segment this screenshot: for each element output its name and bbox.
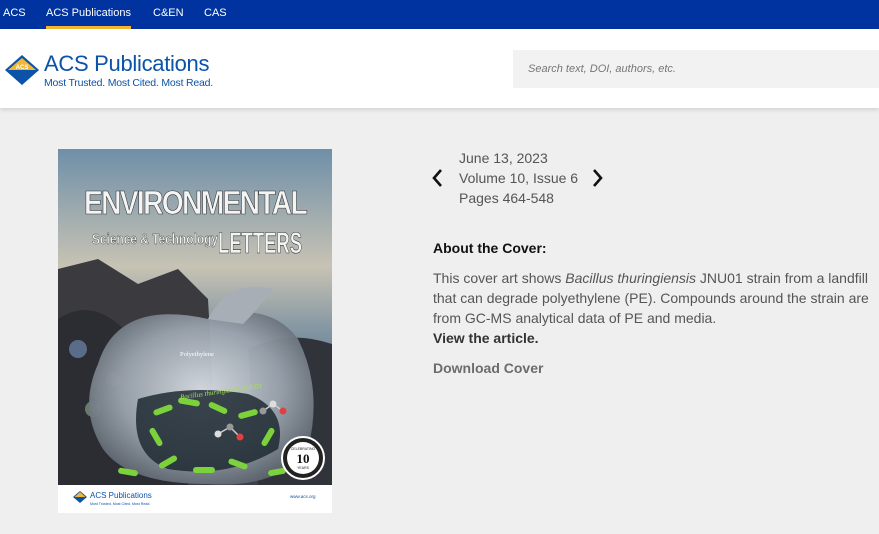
acs-publications-logo[interactable]: ACS ACS Publications Most Trusted. Most … — [4, 51, 234, 91]
issue-date: June 13, 2023 — [459, 150, 548, 166]
about-cover-heading: About the Cover: — [433, 240, 547, 256]
top-nav-bar: ACS ACS Publications C&EN CAS — [0, 0, 879, 29]
search-placeholder: Search text, DOI, authors, etc. — [528, 63, 676, 75]
logo-tagline: Most Trusted. Most Cited. Most Read. — [44, 77, 214, 89]
cover-polyethylene-label: Polyethylene — [180, 351, 214, 358]
cover-title-line3: LETTERS — [218, 227, 302, 260]
cover-badge-number: 10 — [297, 451, 310, 466]
top-nav-cen[interactable]: C&EN — [153, 0, 184, 29]
about-text-prefix: This cover art shows — [433, 270, 566, 286]
top-nav-acs[interactable]: ACS — [3, 0, 26, 29]
search-input[interactable]: Search text, DOI, authors, etc. — [513, 50, 879, 88]
top-nav-cas[interactable]: CAS — [204, 0, 227, 29]
about-text-species: Bacillus thuringiensis — [565, 270, 696, 286]
acs-diamond-icon: ACS — [5, 55, 39, 85]
cover-footer-logo: ACS Publications — [90, 491, 152, 500]
view-article-link[interactable]: View the article. — [433, 330, 539, 346]
issue-volume: Volume 10, Issue 6 — [459, 170, 579, 186]
next-issue-chevron-right-icon[interactable] — [589, 167, 605, 189]
cover-title-line1: ENVIRONMENTAL — [84, 184, 308, 221]
about-cover-description: This cover art shows Bacillus thuringien… — [433, 268, 879, 328]
top-nav-acs-publications[interactable]: ACS Publications — [46, 0, 131, 29]
cover-footer-url: www.acs.org — [290, 494, 316, 499]
cover-title-line2: Science & Technology — [92, 231, 219, 248]
journal-cover-image[interactable]: Bacillus thuringiensis JNU01 Polyethylen… — [58, 149, 332, 513]
cover-footer-tagline: Most Trusted. Most Cited. Most Read. — [90, 502, 150, 506]
site-header: ACS ACS Publications Most Trusted. Most … — [0, 29, 879, 108]
download-cover-link[interactable]: Download Cover — [433, 360, 543, 376]
svg-text:ACS: ACS — [16, 65, 29, 71]
cover-badge-bottom: YEARS — [297, 466, 310, 470]
issue-pages: Pages 464-548 — [459, 190, 554, 206]
logo-name: ACS Publications — [44, 51, 210, 76]
previous-issue-chevron-left-icon[interactable] — [430, 167, 446, 189]
